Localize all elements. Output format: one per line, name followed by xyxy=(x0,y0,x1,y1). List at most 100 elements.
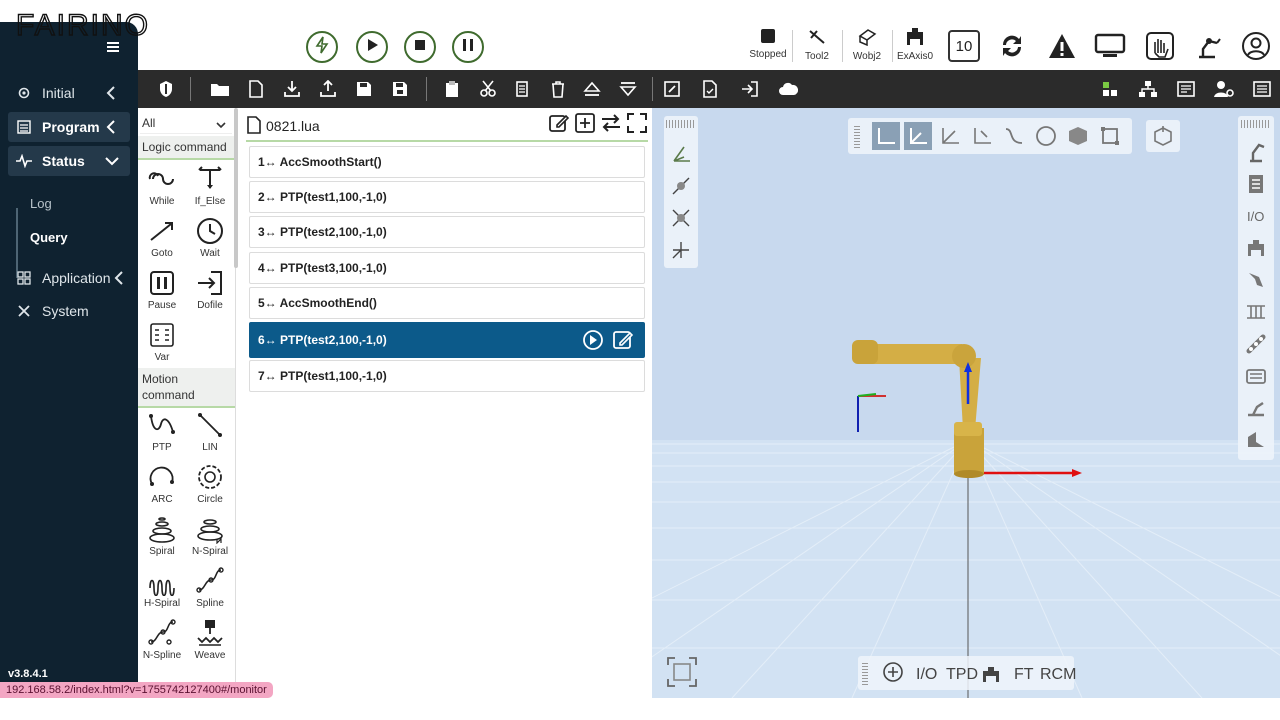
drag-handle[interactable] xyxy=(1241,120,1271,128)
cmd-pause[interactable]: Pause xyxy=(138,266,186,316)
cmd-spline[interactable]: Spline xyxy=(186,564,234,614)
command-filter-select[interactable]: All xyxy=(140,112,232,134)
swap-icon[interactable] xyxy=(600,112,622,134)
exaxis-panel-icon[interactable] xyxy=(1242,234,1270,262)
new-file-icon[interactable] xyxy=(246,79,266,99)
program-line[interactable]: 2↔ PTP(test1,100,-1,0) xyxy=(249,181,645,213)
warning-icon[interactable] xyxy=(1046,30,1078,62)
user-settings-icon[interactable] xyxy=(1214,79,1234,99)
cmd-n-spiral[interactable]: N-Spiral xyxy=(186,512,234,562)
delete-icon[interactable] xyxy=(548,79,568,99)
document-icon[interactable] xyxy=(1242,170,1270,198)
sidebar-subitem-query[interactable]: Query xyxy=(30,230,68,245)
cmd-circle[interactable]: Circle xyxy=(186,460,234,510)
import-icon[interactable] xyxy=(740,79,760,99)
program-line[interactable]: 7↔ PTP(test1,100,-1,0) xyxy=(249,360,645,392)
sidebar-item-program[interactable]: Program xyxy=(8,112,130,142)
point-view-icon[interactable] xyxy=(667,172,695,200)
speed-indicator[interactable]: 10 xyxy=(948,30,980,62)
monitor-tpd-tab[interactable]: TPD xyxy=(946,665,978,685)
external-axis-selector[interactable]: ExAxis0 xyxy=(892,28,938,66)
monitor-ft-tab[interactable]: FT xyxy=(1014,665,1034,685)
trajectory-icon[interactable] xyxy=(1000,122,1028,150)
view-iso-icon[interactable] xyxy=(936,122,964,150)
cmd-if-else[interactable]: If_Else xyxy=(186,162,234,212)
cmd-ptp[interactable]: PTP xyxy=(138,408,186,458)
cmd-lin[interactable]: LIN xyxy=(186,408,234,458)
cut-icon[interactable] xyxy=(478,79,498,99)
program-line[interactable]: 1↔ AccSmoothStart() xyxy=(249,146,645,178)
cross-view-icon[interactable] xyxy=(667,204,695,232)
monitor-exaxis-icon[interactable] xyxy=(980,665,1002,685)
workobject-selector[interactable]: Wobj2 xyxy=(845,28,889,66)
add-monitor-icon[interactable] xyxy=(882,662,904,682)
network-icon[interactable] xyxy=(1138,79,1158,99)
program-line[interactable]: 4↔ PTP(test3,100,-1,0) xyxy=(249,252,645,284)
io-config-icon[interactable] xyxy=(1100,79,1120,99)
coordinate-view-icon[interactable] xyxy=(667,140,695,168)
monitor-rcm-tab[interactable]: RCM xyxy=(1040,665,1076,685)
copy-icon[interactable] xyxy=(512,79,532,99)
bounding-box-icon[interactable] xyxy=(1096,122,1124,150)
save-icon[interactable] xyxy=(354,79,374,99)
open-folder-icon[interactable] xyxy=(210,79,230,99)
package-icon[interactable] xyxy=(1149,122,1177,150)
user-account-icon[interactable] xyxy=(1240,30,1272,62)
hand-guide-icon[interactable] xyxy=(1144,30,1176,62)
module-icon[interactable] xyxy=(1242,362,1270,390)
drag-handle[interactable] xyxy=(854,124,860,148)
panel-icon[interactable] xyxy=(1176,79,1196,99)
log-list-icon[interactable] xyxy=(1252,79,1272,99)
move-down-icon[interactable] xyxy=(618,79,638,99)
sidebar-item-status[interactable]: Status xyxy=(8,146,130,176)
program-line-selected[interactable]: 6↔ PTP(test2,100,-1,0) xyxy=(249,322,645,358)
tool-coordinate-selector[interactable]: Tool2 xyxy=(795,28,839,66)
shield-icon[interactable] xyxy=(156,79,176,99)
cmd-wait[interactable]: Wait xyxy=(186,214,234,264)
edit-line-icon[interactable] xyxy=(612,329,634,351)
cmd-var[interactable]: Var xyxy=(138,318,186,368)
io-icon[interactable]: I/O xyxy=(1242,202,1270,230)
rail-icon[interactable] xyxy=(1242,298,1270,326)
circle-view-icon[interactable] xyxy=(1032,122,1060,150)
program-line[interactable]: 5↔ AccSmoothEnd() xyxy=(249,287,645,319)
monitor-io-tab[interactable]: I/O xyxy=(916,665,937,685)
cmd-h-spiral[interactable]: H-Spiral xyxy=(138,564,186,614)
robot-joint-icon[interactable] xyxy=(1242,138,1270,166)
upload-icon[interactable] xyxy=(318,79,338,99)
gripper-icon[interactable] xyxy=(1242,266,1270,294)
edit-file-icon[interactable] xyxy=(548,112,570,134)
move-up-icon[interactable] xyxy=(582,79,602,99)
download-icon[interactable] xyxy=(282,79,302,99)
save-as-icon[interactable] xyxy=(390,79,410,99)
stop-button[interactable] xyxy=(404,31,436,63)
run-line-icon[interactable] xyxy=(582,329,604,351)
cmd-n-spline[interactable]: N-Spline xyxy=(138,616,186,666)
drag-handle[interactable] xyxy=(666,120,696,128)
file-script-icon[interactable] xyxy=(700,79,720,99)
cloud-icon[interactable] xyxy=(778,79,798,99)
cmd-weave[interactable]: Weave xyxy=(186,616,234,666)
paste-icon[interactable] xyxy=(442,79,462,99)
view-side-icon[interactable] xyxy=(904,122,932,150)
sidebar-item-application[interactable]: Application xyxy=(8,263,130,293)
fit-view-icon[interactable] xyxy=(666,656,698,688)
sidebar-subitem-log[interactable]: Log xyxy=(30,196,52,211)
sidebar-item-system[interactable]: System xyxy=(8,296,130,326)
start-button[interactable] xyxy=(356,31,388,63)
conveyor-icon[interactable] xyxy=(1242,330,1270,358)
robot-arm-icon[interactable] xyxy=(1192,30,1224,62)
add-line-icon[interactable] xyxy=(574,112,596,134)
edit-icon[interactable] xyxy=(662,79,682,99)
sidebar-item-initial[interactable]: Initial xyxy=(8,78,130,108)
enable-button[interactable] xyxy=(306,31,338,63)
cmd-while[interactable]: While xyxy=(138,162,186,212)
cmd-dofile[interactable]: Dofile xyxy=(186,266,234,316)
fullscreen-icon[interactable] xyxy=(626,112,648,134)
welding-torch-icon[interactable] xyxy=(1242,394,1270,422)
pause-button[interactable] xyxy=(452,31,484,63)
workpiece-icon[interactable] xyxy=(1242,426,1270,454)
refresh-icon[interactable] xyxy=(996,30,1028,62)
program-line[interactable]: 3↔ PTP(test2,100,-1,0) xyxy=(249,216,645,248)
robot-3d-view[interactable]: I/O I/O TPD FT RCM xyxy=(652,108,1280,698)
